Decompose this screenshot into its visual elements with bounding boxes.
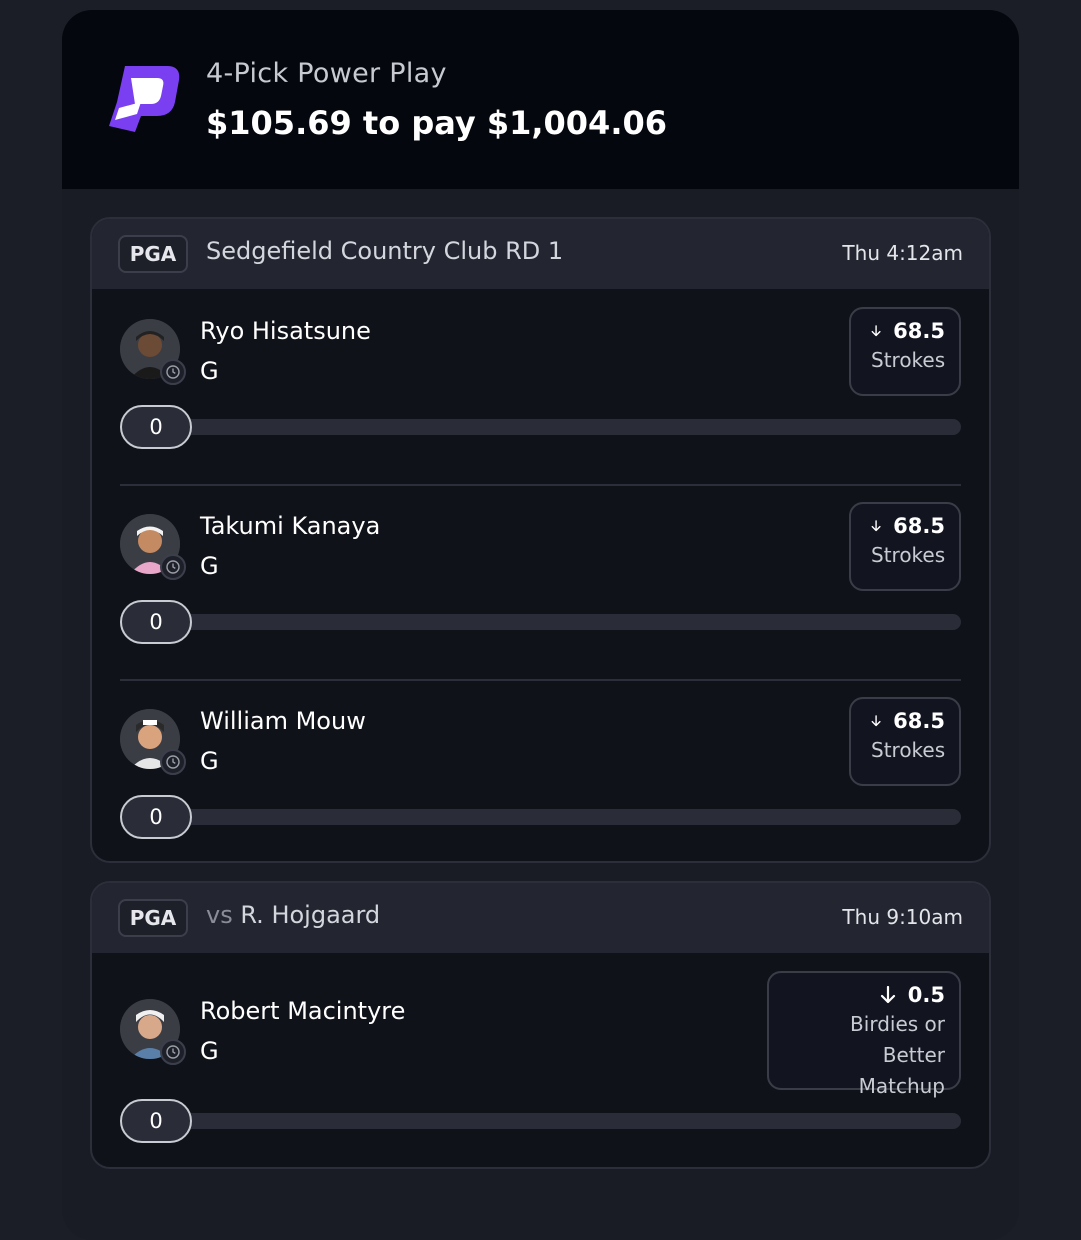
prizepicks-logo [109,66,180,132]
event-name: vs R. Hojgaard [206,901,380,929]
entry-payout: $105.69 to pay $1,004.06 [206,104,667,142]
projection-box[interactable]: 68.5 Strokes [849,697,961,786]
progress-bar [172,809,961,825]
event-prefix: vs [206,901,233,929]
progress-bar [172,419,961,435]
clock-icon [160,554,186,580]
projection-line: 68.5 [893,319,945,343]
projection-box[interactable]: 0.5 Birdies or Better Matchup [767,971,961,1098]
current-score: 0 [120,600,192,644]
projection-box[interactable]: 68.5 Strokes [849,502,961,591]
projection-box[interactable]: 68.5 Strokes [849,307,961,396]
opponent-name: R. Hojgaard [240,901,381,929]
group-header: PGA Sedgefield Country Club RD 1 Thu 4:1… [92,219,989,289]
projection-line: 0.5 [907,983,945,1007]
clock-icon [160,1039,186,1065]
clock-icon [160,749,186,775]
event-time: Thu 9:10am [842,905,963,929]
projection-line: 68.5 [893,709,945,733]
progress-bar [172,1113,961,1129]
entry-card: 4-Pick Power Play $105.69 to pay $1,004.… [62,10,1019,1240]
player-name: Ryo Hisatsune [200,317,371,345]
current-score: 0 [120,405,192,449]
event-name: Sedgefield Country Club RD 1 [206,237,564,265]
pick-row[interactable]: Robert Macintyre G 0.5 Birdies or Better… [92,953,989,1167]
current-score: 0 [120,1099,192,1143]
stat-type: Strokes [871,348,946,372]
player-position: G [200,357,219,385]
stat-subtype: Matchup [858,1074,945,1098]
stat-type: Birdies or Better [850,1012,945,1067]
event-time: Thu 4:12am [842,241,963,265]
down-arrow-icon [880,986,895,1004]
league-badge: PGA [118,235,188,273]
pick-row[interactable]: Ryo Hisatsune G 68.5 Strokes 0 [92,289,989,484]
player-position: G [200,552,219,580]
stat-type: Strokes [871,543,946,567]
player-name: Takumi Kanaya [200,512,381,540]
league-badge: PGA [118,899,188,937]
current-score: 0 [120,795,192,839]
down-arrow-icon [871,715,881,727]
entry-type-title: 4-Pick Power Play [206,58,447,89]
player-name: Robert Macintyre [200,997,406,1025]
progress-bar [172,614,961,630]
player-position: G [200,1037,219,1065]
down-arrow-icon [871,520,881,532]
entry-header: 4-Pick Power Play $105.69 to pay $1,004.… [62,10,1019,189]
pick-row[interactable]: Takumi Kanaya G 68.5 Strokes 0 [92,484,989,679]
clock-icon [160,359,186,385]
player-name: William Mouw [200,707,366,735]
group-header: PGA vs R. Hojgaard Thu 9:10am [92,883,989,953]
projection-line: 68.5 [893,514,945,538]
player-position: G [200,747,219,775]
pick-row[interactable]: William Mouw G 68.5 Strokes 0 [92,679,989,861]
stat-type: Strokes [871,738,946,762]
pick-group: PGA vs R. Hojgaard Thu 9:10am Robert Mac… [90,881,991,1169]
down-arrow-icon [871,325,881,337]
pick-group: PGA Sedgefield Country Club RD 1 Thu 4:1… [90,217,991,863]
